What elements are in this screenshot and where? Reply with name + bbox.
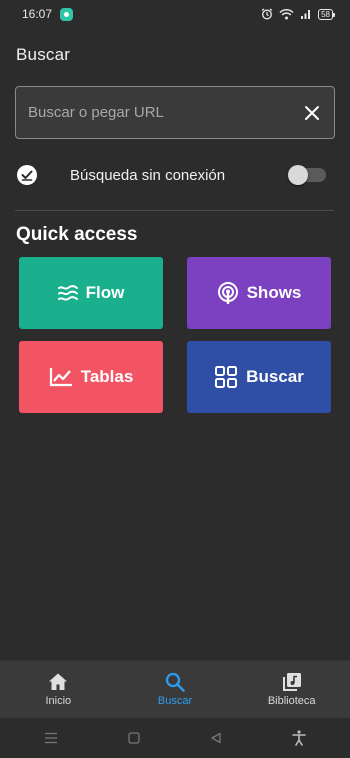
tile-buscar[interactable]: Buscar — [187, 341, 331, 413]
tile-flow-label: Flow — [85, 283, 125, 302]
nav-label-inicio: Inicio — [45, 695, 72, 707]
close-icon — [305, 105, 319, 120]
tile-tablas[interactable]: Tablas — [19, 341, 163, 413]
tile-buscar-label: Buscar — [246, 367, 304, 386]
status-right: 58 — [261, 8, 336, 20]
tile-shows[interactable]: Shows — [187, 257, 331, 329]
bottom-nav: Inicio Buscar Biblioteca — [0, 660, 350, 718]
system-nav-bar — [0, 718, 350, 758]
accessibility-icon — [291, 730, 306, 746]
clear-search-button[interactable] — [302, 103, 322, 123]
wifi-icon — [279, 8, 294, 20]
podcast-icon — [217, 282, 238, 304]
signal-icon — [301, 10, 311, 19]
status-time: 16:07 — [22, 7, 53, 21]
home-icon — [49, 673, 68, 690]
offline-check-icon — [17, 165, 37, 185]
system-home-button[interactable] — [119, 723, 149, 753]
system-menu-button[interactable] — [36, 723, 66, 753]
grid-icon — [215, 366, 238, 388]
nav-item-buscar[interactable]: Buscar — [117, 661, 234, 718]
search-input[interactable] — [28, 104, 302, 121]
notification-app-icon — [60, 7, 74, 21]
nav-item-inicio[interactable]: Inicio — [0, 661, 117, 718]
flow-icon — [57, 285, 78, 301]
alarm-icon — [261, 8, 273, 20]
status-bar: 16:07 58 — [0, 0, 350, 28]
status-left: 16:07 — [22, 7, 74, 21]
nav-item-biblioteca[interactable]: Biblioteca — [233, 661, 350, 718]
offline-search-row: Búsqueda sin conexión — [16, 160, 326, 190]
nav-label-buscar: Buscar — [157, 695, 193, 707]
page-title: Buscar — [16, 45, 71, 64]
search-box[interactable] — [15, 86, 335, 139]
system-back-button[interactable] — [201, 723, 231, 753]
tile-flow[interactable]: Flow — [19, 257, 163, 329]
tile-tablas-label: Tablas — [80, 367, 134, 386]
divider — [15, 210, 334, 211]
toggle-knob — [288, 165, 308, 185]
accessibility-button[interactable] — [284, 723, 314, 753]
search-icon — [165, 672, 185, 692]
tile-shows-label: Shows — [246, 283, 302, 302]
chart-icon — [49, 368, 72, 387]
square-icon — [128, 732, 140, 744]
quick-access-title: Quick access — [16, 224, 138, 245]
library-icon — [282, 673, 301, 691]
offline-search-toggle[interactable] — [288, 165, 326, 185]
battery-indicator: 58 — [318, 8, 335, 20]
nav-label-biblioteca: Biblioteca — [267, 695, 316, 707]
menu-icon — [45, 732, 58, 744]
offline-search-label: Búsqueda sin conexión — [70, 166, 226, 184]
back-triangle-icon — [211, 732, 221, 744]
